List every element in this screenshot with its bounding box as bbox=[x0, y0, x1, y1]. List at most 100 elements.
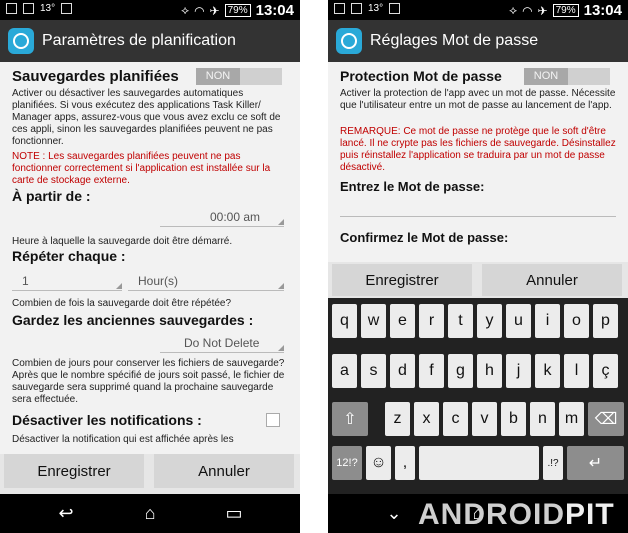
hide-keyboard-icon[interactable]: ⌄ bbox=[364, 494, 424, 533]
key-k[interactable]: k bbox=[535, 354, 560, 388]
toggle-state: NON bbox=[196, 68, 240, 85]
clock: 13:04 bbox=[583, 2, 622, 19]
scheduled-backups-note: NOTE : Les sauvegardes planifiées peuven… bbox=[12, 151, 271, 186]
repeat-count-value: 1 bbox=[22, 274, 29, 288]
image-icon bbox=[351, 3, 362, 14]
button-bar: Enregistrer Annuler bbox=[328, 262, 628, 298]
key-b[interactable]: b bbox=[501, 402, 526, 436]
button-bar: Enregistrer Annuler bbox=[0, 454, 300, 494]
repeat-unit-spinner[interactable]: Hour(s) bbox=[128, 272, 284, 291]
backspace-key-icon[interactable]: ⌫ bbox=[588, 402, 624, 436]
key-g[interactable]: g bbox=[448, 354, 473, 388]
scheduled-backups-toggle[interactable]: NON bbox=[196, 68, 282, 85]
right-screen: 13° ⟡ ◠ ✈ 79% 13:04 Réglages Mot de pass… bbox=[328, 0, 628, 533]
wifi-icon: ◠ bbox=[522, 3, 533, 18]
symbols-key[interactable]: 12!? bbox=[332, 446, 362, 480]
start-time-desc: Heure à laquelle la sauvegarde doit être… bbox=[12, 236, 233, 247]
cancel-button[interactable]: Annuler bbox=[482, 264, 622, 296]
key-d[interactable]: d bbox=[390, 354, 415, 388]
task-icon bbox=[389, 3, 401, 14]
dropdown-caret-icon bbox=[116, 283, 122, 289]
key-h[interactable]: h bbox=[477, 354, 502, 388]
key-z[interactable]: z bbox=[385, 402, 410, 436]
enter-password-label: Entrez le Mot de passe: bbox=[340, 179, 485, 194]
scheduled-backups-label: Sauvegardes planifiées bbox=[12, 68, 179, 85]
key-q[interactable]: q bbox=[332, 304, 357, 338]
recent-apps-icon[interactable]: ▭ bbox=[204, 494, 264, 533]
battery: 79% bbox=[552, 4, 579, 17]
keep-backups-desc: Combien de jours pour conserver les fich… bbox=[12, 358, 285, 405]
key-w[interactable]: w bbox=[361, 304, 386, 338]
password-field[interactable] bbox=[340, 196, 616, 217]
shift-key-icon[interactable]: ⇧ bbox=[332, 402, 368, 436]
wifi-icon: ◠ bbox=[194, 3, 205, 18]
key-j[interactable]: j bbox=[506, 354, 531, 388]
key-t[interactable]: t bbox=[448, 304, 473, 338]
nav-bar: ↩ ⌂ ▭ bbox=[0, 494, 300, 533]
repeat-desc: Combien de fois la sauvegarde doit être … bbox=[12, 298, 232, 309]
key-f[interactable]: f bbox=[419, 354, 444, 388]
password-protection-toggle[interactable]: NON bbox=[524, 68, 610, 85]
repeat-unit-value: Hour(s) bbox=[138, 274, 179, 288]
image-icon bbox=[23, 3, 34, 14]
key-o[interactable]: o bbox=[564, 304, 589, 338]
keyboard: q w e r t y u i o p a s d f g h j k l ç … bbox=[328, 298, 628, 494]
scheduled-backups-desc: Activer ou désactiver les sauvegardes au… bbox=[12, 88, 281, 147]
page-title: Réglages Mot de passe bbox=[370, 32, 539, 49]
key-c-cedilla[interactable]: ç bbox=[593, 354, 618, 388]
dropdown-caret-icon bbox=[278, 283, 284, 289]
action-bar: Paramètres de planification bbox=[0, 20, 300, 62]
keep-backups-spinner[interactable]: Do Not Delete bbox=[160, 334, 284, 353]
app-icon[interactable] bbox=[8, 28, 34, 54]
airplane-icon: ✈ bbox=[209, 3, 220, 18]
password-settings: Protection Mot de passe NON Activer la p… bbox=[328, 62, 628, 262]
airplane-icon: ✈ bbox=[537, 3, 548, 18]
app-icon[interactable] bbox=[336, 28, 362, 54]
page-title: Paramètres de planification bbox=[42, 32, 236, 49]
status-bar: 13° ⟡ ◠ ✈ 79% 13:04 bbox=[0, 0, 300, 20]
back-icon[interactable]: ↩ bbox=[36, 494, 96, 533]
start-time-spinner[interactable]: 00:00 am bbox=[160, 208, 284, 227]
temperature: 13° bbox=[368, 3, 384, 14]
vibrate-icon: ⟡ bbox=[509, 3, 518, 17]
cancel-button[interactable]: Annuler bbox=[154, 454, 294, 488]
key-p[interactable]: p bbox=[593, 304, 618, 338]
enter-key-icon[interactable]: ↵ bbox=[567, 446, 624, 480]
home-icon[interactable]: ⌂ bbox=[120, 494, 180, 533]
key-l[interactable]: l bbox=[564, 354, 589, 388]
password-protection-note: REMARQUE: Ce mot de passe ne protège que… bbox=[340, 126, 616, 173]
watermark-logo: ANDROIDPIT bbox=[418, 498, 615, 531]
save-button[interactable]: Enregistrer bbox=[4, 454, 144, 488]
password-protection-label: Protection Mot de passe bbox=[340, 68, 502, 84]
temperature: 13° bbox=[40, 3, 56, 14]
key-v[interactable]: v bbox=[472, 402, 497, 436]
key-e[interactable]: e bbox=[390, 304, 415, 338]
key-a[interactable]: a bbox=[332, 354, 357, 388]
dropdown-caret-icon bbox=[278, 219, 284, 225]
key-y[interactable]: y bbox=[477, 304, 502, 338]
key-m[interactable]: m bbox=[559, 402, 584, 436]
key-r[interactable]: r bbox=[419, 304, 444, 338]
left-screen: 13° ⟡ ◠ ✈ 79% 13:04 Paramètres de planif… bbox=[0, 0, 300, 533]
emoji-key-icon[interactable]: ☺ bbox=[366, 446, 391, 480]
key-x[interactable]: x bbox=[414, 402, 439, 436]
start-time-label: À partir de : bbox=[12, 188, 91, 204]
key-i[interactable]: i bbox=[535, 304, 560, 338]
task-icon bbox=[61, 3, 73, 14]
key-u[interactable]: u bbox=[506, 304, 531, 338]
repeat-count-spinner[interactable]: 1 bbox=[12, 272, 122, 291]
dropdown-caret-icon bbox=[278, 345, 284, 351]
repeat-label: Répéter chaque : bbox=[12, 248, 126, 264]
comma-key[interactable]: , bbox=[395, 446, 415, 480]
notification-icon bbox=[334, 3, 345, 14]
key-c[interactable]: c bbox=[443, 402, 468, 436]
save-button[interactable]: Enregistrer bbox=[332, 264, 472, 296]
disable-notifications-checkbox[interactable] bbox=[266, 413, 280, 427]
punctuation-key[interactable]: .!? bbox=[543, 446, 563, 480]
toggle-state: NON bbox=[524, 68, 568, 85]
action-bar: Réglages Mot de passe bbox=[328, 20, 628, 62]
key-s[interactable]: s bbox=[361, 354, 386, 388]
keep-backups-value: Do Not Delete bbox=[184, 336, 260, 350]
key-n[interactable]: n bbox=[530, 402, 555, 436]
space-key[interactable] bbox=[419, 446, 539, 480]
